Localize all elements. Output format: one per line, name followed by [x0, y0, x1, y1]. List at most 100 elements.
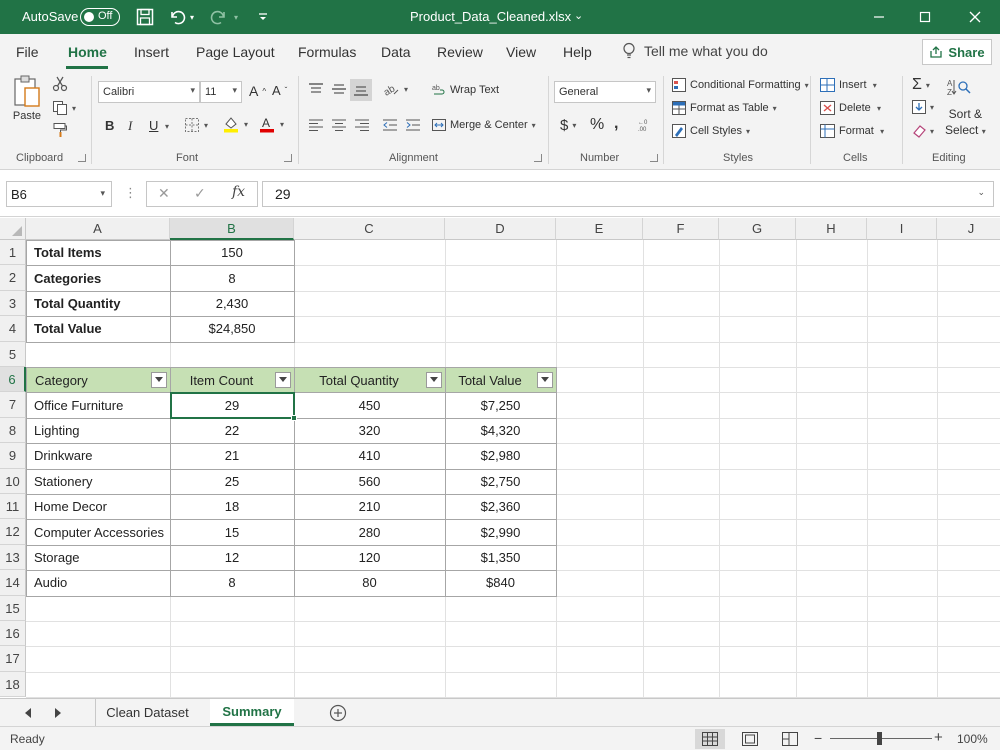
align-middle-icon[interactable]: [331, 81, 347, 97]
table-category-cell[interactable]: Office Furniture: [26, 392, 170, 417]
row-header-2[interactable]: 2: [0, 265, 26, 291]
tab-formulas[interactable]: Formulas: [298, 44, 356, 60]
table-header-cell[interactable]: Total Quantity: [294, 367, 446, 394]
table-value-cell[interactable]: $2,980: [445, 443, 556, 468]
table-value-cell[interactable]: 320: [294, 418, 445, 443]
column-header-c[interactable]: C: [294, 218, 445, 240]
table-category-cell[interactable]: Computer Accessories: [26, 519, 170, 544]
row-header-5[interactable]: 5: [0, 341, 26, 367]
table-category-cell[interactable]: Audio: [26, 570, 170, 595]
table-value-cell[interactable]: $1,350: [445, 545, 556, 570]
table-value-cell[interactable]: 120: [294, 545, 445, 570]
format-painter-icon[interactable]: [52, 122, 68, 138]
new-sheet-button[interactable]: [326, 699, 350, 726]
align-left-icon[interactable]: [308, 117, 324, 133]
tab-home[interactable]: Home: [68, 44, 107, 60]
row-header-12[interactable]: 12: [0, 519, 26, 545]
table-category-cell[interactable]: Drinkware: [26, 443, 170, 468]
row-header-9[interactable]: 9: [0, 443, 26, 469]
table-value-cell[interactable]: 80: [294, 570, 445, 595]
cell-styles-button[interactable]: Cell Styles ▾: [672, 124, 750, 138]
row-header-8[interactable]: 8: [0, 417, 26, 444]
select-all-button[interactable]: [0, 218, 26, 240]
filter-dropdown-icon[interactable]: [426, 372, 442, 388]
scroll-sheets-left-icon[interactable]: [18, 699, 38, 726]
currency-format-icon[interactable]: $ ▾: [560, 117, 576, 134]
sheet-tab-clean-dataset[interactable]: Clean Dataset: [95, 699, 199, 726]
tab-page-layout[interactable]: Page Layout: [196, 44, 275, 60]
table-value-cell[interactable]: $2,750: [445, 469, 556, 494]
format-cells-button[interactable]: Format ▾: [820, 124, 884, 138]
table-value-cell[interactable]: $840: [445, 570, 556, 595]
tab-view[interactable]: View: [506, 44, 536, 60]
clipboard-launcher-icon[interactable]: [78, 154, 86, 162]
underline-button[interactable]: U: [149, 118, 158, 133]
row-header-18[interactable]: 18: [0, 671, 26, 698]
row-header-6[interactable]: 6: [0, 367, 26, 393]
row-header-16[interactable]: 16: [0, 621, 26, 647]
filter-dropdown-icon[interactable]: [151, 372, 167, 388]
conditional-formatting-button[interactable]: Conditional Formatting ▾: [672, 78, 809, 92]
cut-icon[interactable]: [52, 76, 68, 92]
font-color-icon[interactable]: A ▾: [258, 115, 284, 133]
number-launcher-icon[interactable]: [650, 154, 658, 162]
fill-icon[interactable]: ▾: [912, 100, 934, 114]
zoom-out-icon[interactable]: −: [814, 730, 822, 746]
table-category-cell[interactable]: Storage: [26, 545, 170, 570]
undo-icon[interactable]: [166, 6, 188, 28]
table-value-cell[interactable]: 280: [294, 519, 445, 544]
table-value-cell[interactable]: 560: [294, 469, 445, 494]
font-launcher-icon[interactable]: [284, 154, 292, 162]
table-category-cell[interactable]: Home Decor: [26, 494, 170, 519]
decrease-indent-icon[interactable]: [382, 117, 398, 133]
insert-function-icon[interactable]: fx: [232, 184, 245, 200]
font-size-select[interactable]: 11 ▾: [200, 81, 242, 103]
redo-icon[interactable]: [208, 6, 230, 28]
tab-insert[interactable]: Insert: [134, 44, 169, 60]
align-bottom-icon[interactable]: [350, 79, 372, 101]
table-value-cell[interactable]: $2,990: [445, 519, 556, 544]
tab-data[interactable]: Data: [381, 44, 411, 60]
column-header-e[interactable]: E: [556, 218, 643, 240]
table-value-cell[interactable]: 21: [170, 443, 294, 468]
table-value-cell[interactable]: $7,250: [445, 392, 556, 417]
normal-view-icon[interactable]: [695, 729, 725, 749]
share-button[interactable]: Share: [922, 39, 992, 65]
row-header-7[interactable]: 7: [0, 392, 26, 418]
enter-icon[interactable]: ✓: [194, 185, 206, 202]
increase-font-icon[interactable]: A ^: [249, 83, 266, 99]
merge-center-button[interactable]: Merge & Center ▾: [432, 118, 536, 132]
zoom-in-icon[interactable]: +: [934, 729, 943, 746]
close-button[interactable]: [952, 0, 998, 34]
row-header-10[interactable]: 10: [0, 468, 26, 494]
table-value-cell[interactable]: 25: [170, 469, 294, 494]
tell-me-search[interactable]: Tell me what you do: [622, 42, 768, 60]
table-value-cell[interactable]: $4,320: [445, 418, 556, 443]
row-header-15[interactable]: 15: [0, 595, 26, 621]
tab-review[interactable]: Review: [437, 44, 483, 60]
table-value-cell[interactable]: 15: [170, 519, 294, 544]
copy-icon[interactable]: ▾: [52, 100, 76, 116]
table-value-cell[interactable]: 22: [170, 418, 294, 443]
formula-input[interactable]: 29 ⌄: [262, 181, 994, 207]
row-header-4[interactable]: 4: [0, 316, 26, 342]
orientation-icon[interactable]: ab ▾: [382, 81, 408, 97]
increase-indent-icon[interactable]: [405, 117, 421, 133]
row-header-3[interactable]: 3: [0, 290, 26, 317]
table-header-cell[interactable]: Category: [26, 367, 171, 394]
summary-value[interactable]: 2,430: [170, 291, 294, 316]
column-header-j[interactable]: J: [937, 218, 1000, 240]
autosave-toggle[interactable]: Off: [80, 8, 120, 26]
filter-dropdown-icon[interactable]: [537, 372, 553, 388]
comma-format-icon[interactable]: ,: [614, 115, 618, 133]
row-header-13[interactable]: 13: [0, 544, 26, 571]
column-header-h[interactable]: H: [796, 218, 867, 240]
column-header-g[interactable]: G: [719, 218, 796, 240]
column-header-a[interactable]: A: [26, 218, 170, 240]
fill-color-icon[interactable]: ▾: [222, 115, 248, 133]
maximize-button[interactable]: [902, 0, 948, 34]
insert-cells-button[interactable]: Insert ▾: [820, 78, 877, 92]
sort-select-button[interactable]: Sort & Select ▾: [945, 107, 986, 137]
undo-dropdown-icon[interactable]: ▾: [186, 6, 198, 28]
row-header-17[interactable]: 17: [0, 646, 26, 672]
